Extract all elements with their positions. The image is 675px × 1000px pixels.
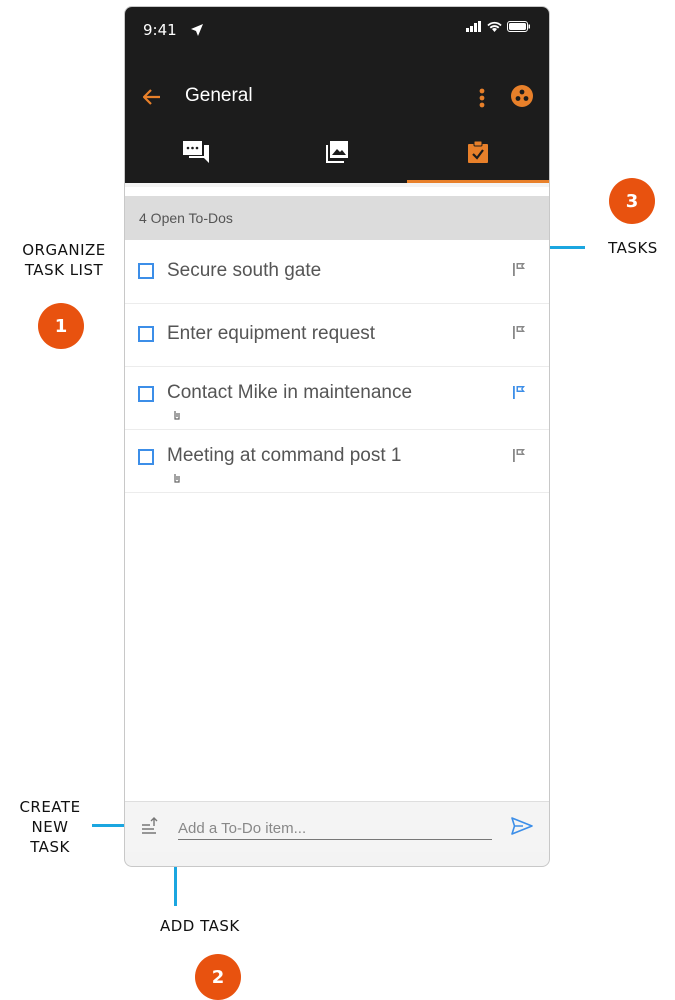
app-header: 9:41 General xyxy=(125,7,549,183)
callout-create-line3: TASK xyxy=(30,838,70,856)
task-row[interactable]: Secure south gate xyxy=(125,241,549,304)
callout-organize-line1: ORGANIZE xyxy=(22,241,106,259)
title-bar: General xyxy=(143,85,533,111)
flag-icon[interactable] xyxy=(513,326,525,339)
status-bar: 9:41 xyxy=(143,21,531,41)
active-tab-indicator xyxy=(407,180,549,183)
gallery-icon xyxy=(325,141,348,163)
tab-todos[interactable] xyxy=(407,135,548,183)
chat-icon xyxy=(182,141,209,163)
more-options-icon[interactable] xyxy=(479,88,485,108)
flag-icon[interactable] xyxy=(513,263,525,276)
callout-badge-1: 1 xyxy=(38,303,84,349)
task-checkbox[interactable] xyxy=(138,386,154,402)
group-members-icon[interactable] xyxy=(511,85,533,107)
status-time: 9:41 xyxy=(143,21,177,39)
task-checkbox[interactable] xyxy=(138,263,154,279)
tab-chat[interactable] xyxy=(125,135,266,183)
flag-icon[interactable] xyxy=(513,386,525,399)
todo-list-panel: 4 Open To-Dos Secure south gate Enter eq… xyxy=(125,187,549,801)
sort-tasks-icon[interactable] xyxy=(141,816,161,836)
callout-create-line xyxy=(92,824,128,827)
task-label: Enter equipment request xyxy=(167,323,376,344)
status-icons xyxy=(466,21,531,32)
callout-add-task-label: ADD TASK xyxy=(160,917,240,935)
callout-tasks-label: TASKS xyxy=(608,239,658,257)
task-label: Secure south gate xyxy=(167,260,322,281)
task-row[interactable]: Enter equipment request xyxy=(125,304,549,367)
callout-badge-3: 3 xyxy=(609,178,655,224)
page-title: General xyxy=(185,85,253,106)
tab-bar xyxy=(125,135,549,183)
task-checkbox[interactable] xyxy=(138,449,154,465)
task-checkbox[interactable] xyxy=(138,326,154,342)
phone-frame: 9:41 General 4 Open To-Dos Secure south … xyxy=(124,6,550,867)
flag-icon[interactable] xyxy=(513,449,525,462)
location-arrow-icon xyxy=(191,24,203,36)
task-row[interactable]: Meeting at command post 1 xyxy=(125,430,549,493)
callout-create-line1: CREATE xyxy=(19,798,81,816)
back-arrow-icon[interactable] xyxy=(143,89,161,105)
signal-icon xyxy=(466,21,481,32)
clipboard-check-icon xyxy=(467,141,488,163)
open-todos-count: 4 Open To-Dos xyxy=(139,210,233,226)
attachment-icon xyxy=(174,411,180,420)
send-icon[interactable] xyxy=(511,817,533,835)
open-todos-header: 4 Open To-Dos xyxy=(125,196,549,240)
callout-create-label: CREATE NEW TASK xyxy=(10,797,90,857)
callout-organize-line2: TASK LIST xyxy=(24,261,104,279)
battery-icon xyxy=(507,21,530,32)
attachment-icon xyxy=(174,474,180,483)
task-label: Contact Mike in maintenance xyxy=(167,382,413,403)
callout-organize-label: ORGANIZE TASK LIST xyxy=(22,240,106,280)
task-row[interactable]: Contact Mike in maintenance xyxy=(125,367,549,430)
wifi-icon xyxy=(487,21,502,32)
add-todo-input[interactable] xyxy=(178,817,492,840)
task-label: Meeting at command post 1 xyxy=(167,445,402,466)
callout-create-line2: NEW xyxy=(31,818,69,836)
todo-composer xyxy=(125,801,549,852)
tab-gallery[interactable] xyxy=(266,135,407,183)
callout-badge-2: 2 xyxy=(195,954,241,1000)
